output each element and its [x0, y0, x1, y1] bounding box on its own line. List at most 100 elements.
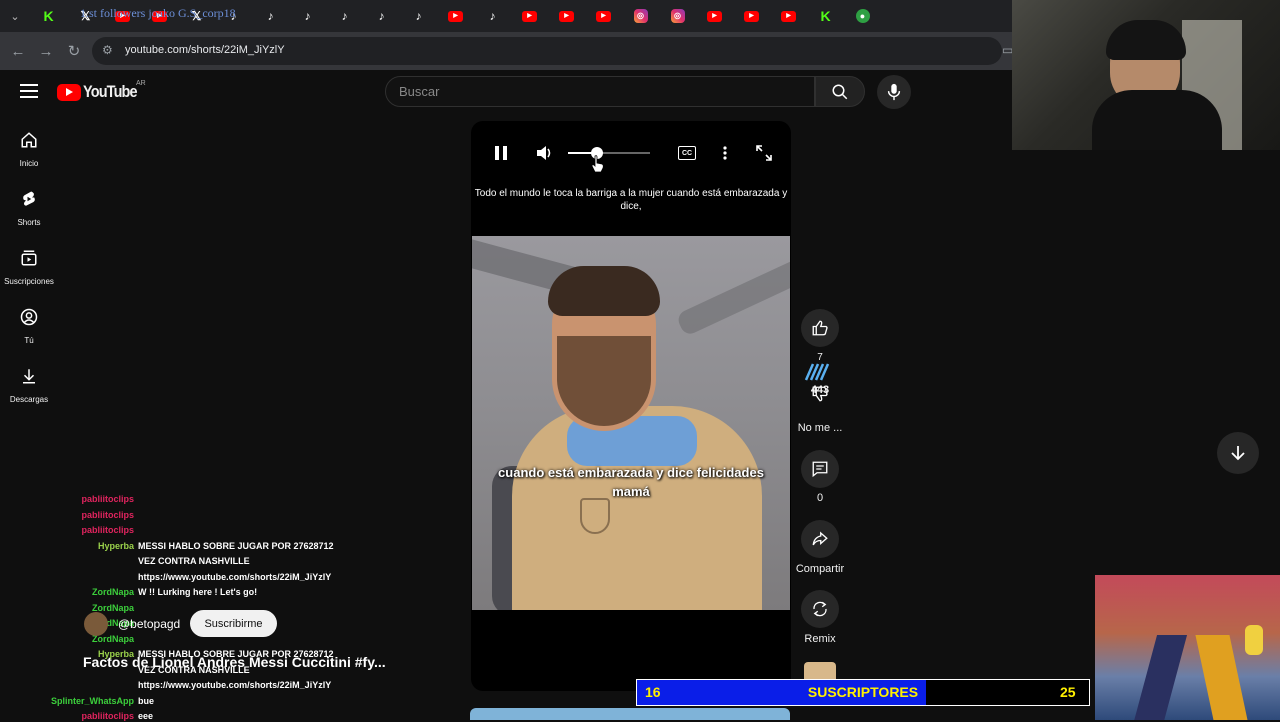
share-button[interactable] [801, 520, 839, 558]
sidebar-item-shorts[interactable]: Shorts [0, 190, 58, 230]
chat-username: Splinter_WhatsApp [50, 696, 134, 706]
comments-button[interactable] [801, 450, 839, 488]
account-icon [20, 308, 38, 326]
hand-cursor-icon [591, 155, 604, 173]
caption-text: Todo el mundo le toca la barriga a la mu… [474, 188, 788, 212]
pause-button[interactable] [492, 143, 510, 163]
reload-icon[interactable]: ↻ [60, 42, 88, 60]
browser-tab[interactable]: ♪ [400, 0, 437, 32]
browser-tab[interactable]: ▶ [585, 0, 622, 32]
tab-strip: ⌄ K 𝕏 ▶ ▶ 𝕏 ♪ ♪ ♪ ♪ ♪ ♪ ▶ ♪ ▶ ▶ ▶ ◎ ◎ ▶ ▶ ▶ K ● 1.st followers… [0, 0, 1012, 32]
omnibox-url[interactable]: youtube.com/shorts/22iM_JiYzlY [125, 44, 285, 56]
captions-button[interactable]: CC [678, 146, 696, 160]
more-vertical-icon [723, 146, 727, 160]
more-options-button[interactable] [716, 143, 734, 163]
sidebar-item-downloads[interactable]: Descargas [0, 367, 58, 407]
back-icon[interactable]: ← [4, 43, 32, 60]
sidebar-item-subscriptions[interactable]: Suscripciones [0, 249, 58, 289]
search-input[interactable] [385, 76, 815, 107]
shorts-icon [23, 191, 35, 206]
browser-tab[interactable]: ▶ [548, 0, 585, 32]
comment-icon [812, 461, 828, 478]
chat-message: Hyperba MESSI HABLO SOBRE JUGAR POR 27628… [40, 540, 334, 552]
browser-tab[interactable]: ▶ [511, 0, 548, 32]
browser-tab[interactable]: ♪ [326, 0, 363, 32]
browser-tab[interactable]: ▶ [437, 0, 474, 32]
youtube-logo[interactable]: YouTube [57, 82, 146, 102]
chat-username: pabliitoclips [81, 510, 134, 520]
person-beard [557, 336, 651, 426]
video-subtitle: cuando está embarazada y dice felicidade… [498, 465, 764, 499]
ig-tab-icon: ◎ [633, 9, 648, 23]
streamer-shirt [1092, 90, 1222, 150]
subscriber-target: 25 [1060, 684, 1076, 700]
sidebar-item-home[interactable]: Inicio [0, 131, 58, 171]
cc-label: CC [681, 149, 693, 157]
tt-tab-icon: ♪ [415, 9, 422, 23]
remix-icon [813, 601, 827, 617]
chat-username: pabliitoclips [81, 525, 134, 535]
chat-message: pabliitoclips [40, 524, 138, 536]
chat-text: https://www.youtube.com/shorts/22iM_JiYz… [138, 572, 332, 582]
streamer-hair [1106, 20, 1186, 60]
next-video-button[interactable] [1217, 432, 1259, 474]
yt-tab-icon: ▶ [744, 10, 759, 22]
browser-tab[interactable]: ● [844, 0, 881, 32]
tab-search-dropdown[interactable]: ⌄ [0, 0, 30, 32]
sound-thumbnail[interactable] [804, 662, 836, 680]
chat-username: pabliitoclips [81, 494, 134, 504]
subscriptions-icon [21, 250, 37, 266]
site-info-icon[interactable]: ⚙ [102, 43, 113, 57]
download-icon [23, 369, 35, 384]
chat-text: VEZ CONTRA NASHVILLE [138, 556, 250, 566]
browser-tab[interactable]: ◎ [622, 0, 659, 32]
remix-button[interactable] [801, 590, 839, 628]
active-tab-title[interactable]: 1.st followers joako G.S_corp18 [80, 6, 236, 21]
browser-tab[interactable]: ▶ [696, 0, 733, 32]
sidebar-item-you[interactable]: Tú [0, 308, 58, 348]
yt-tab-icon: ▶ [522, 10, 537, 22]
k-tab-icon: K [43, 8, 54, 24]
browser-tab[interactable]: ♪ [252, 0, 289, 32]
browser-tab[interactable]: ▶ [770, 0, 807, 32]
chat-message: pabliitoclips eee [40, 710, 153, 722]
chat-username: Hyperba [97, 541, 134, 551]
search-button[interactable] [815, 76, 865, 107]
chat-message: ZordNapa [40, 633, 138, 645]
channel-avatar[interactable] [84, 612, 108, 636]
volume-icon [537, 146, 551, 160]
forward-icon[interactable]: → [32, 43, 60, 60]
sidebar-label-you: Tú [24, 336, 34, 345]
youtube-play-icon [57, 83, 81, 101]
pause-icon [495, 146, 507, 160]
menu-icon[interactable] [18, 82, 40, 100]
browser-tab[interactable]: ♪ [474, 0, 511, 32]
tt-tab-icon: ♪ [489, 9, 496, 23]
person-hair [548, 266, 660, 316]
browser-tab[interactable]: ♪ [289, 0, 326, 32]
chat-username: pabliitoclips [81, 711, 134, 721]
video-frame [472, 236, 790, 610]
browser-tab[interactable]: ♪ [363, 0, 400, 32]
video-title[interactable]: Factos de Lionel Andres Messi Cuccitini … [83, 654, 386, 670]
voice-search-button[interactable] [877, 75, 911, 109]
subscribe-button[interactable]: Suscribirme [190, 610, 277, 637]
chat-message: ZordNapa [40, 602, 138, 614]
browser-tab[interactable]: ▶ [733, 0, 770, 32]
browser-tab[interactable]: K [30, 0, 67, 32]
chat-username: ZordNapa [91, 587, 134, 597]
next-short-preview[interactable] [470, 708, 790, 720]
thumbs-up-icon [812, 320, 828, 336]
k-tab-icon: K [820, 8, 831, 24]
sidebar-label-subscriptions: Suscripciones [4, 277, 54, 286]
youtube-logo-text: YouTube [83, 82, 138, 101]
fullscreen-button[interactable] [754, 143, 774, 163]
browser-tab[interactable]: ◎ [659, 0, 696, 32]
like-button[interactable] [801, 309, 839, 347]
browser-tab[interactable]: K [807, 0, 844, 32]
train [1195, 635, 1249, 720]
gr-tab-icon: ● [855, 9, 870, 23]
sidebar-label-downloads: Descargas [9, 395, 49, 404]
channel-name[interactable]: @betopagd [118, 617, 180, 631]
volume-button[interactable] [535, 143, 555, 163]
